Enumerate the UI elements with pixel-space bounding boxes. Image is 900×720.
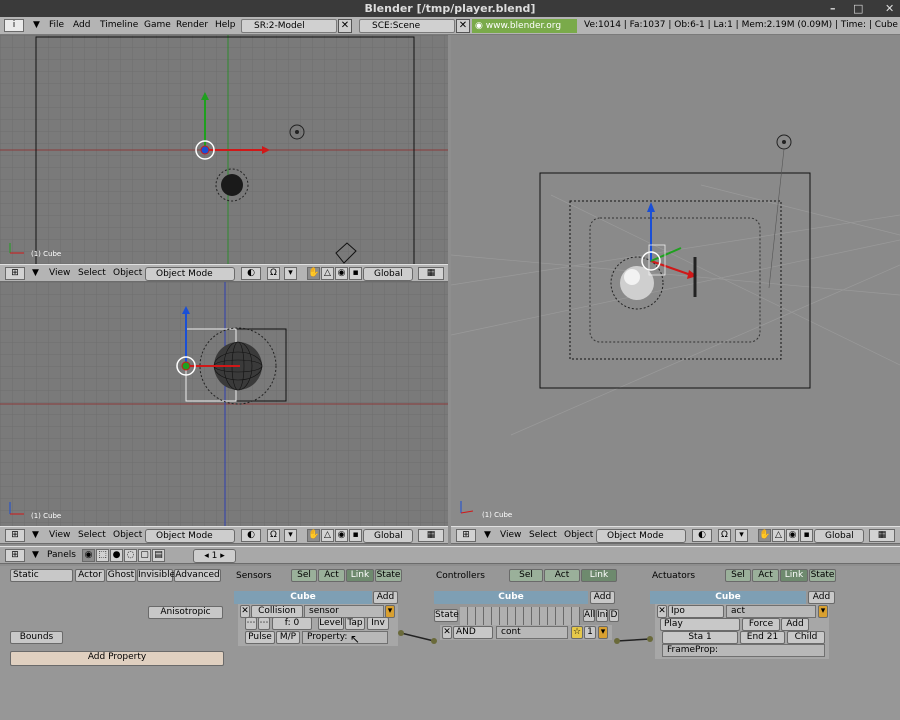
transform-icon[interactable]: ▪ — [349, 529, 362, 542]
scale-icon[interactable]: ◉ — [335, 267, 348, 280]
blender-logo-icon: ◉ — [475, 21, 486, 31]
menu-render[interactable]: Render — [176, 20, 208, 30]
view-menu[interactable]: View — [500, 529, 521, 542]
editor-type-icon[interactable]: ⊞ — [5, 529, 25, 542]
window-titlebar: Blender [/tmp/player.blend] – □ ✕ — [0, 0, 900, 17]
screen-selector[interactable]: SR:2-Model — [241, 19, 337, 33]
orientation-selector[interactable]: Global — [814, 529, 864, 543]
menu-add[interactable]: Add — [73, 20, 90, 30]
editing-context-icon[interactable]: ▢ — [138, 549, 151, 562]
transform-icon[interactable]: ▪ — [800, 529, 813, 542]
viewport-top-canvas — [0, 35, 448, 264]
window-title: Blender [/tmp/player.blend] — [364, 2, 536, 15]
draw-type-icon[interactable]: ◐ — [241, 267, 261, 280]
viewport-front[interactable]: (1) Cube — [0, 282, 448, 526]
mode-selector[interactable]: Object Mode — [145, 529, 235, 543]
minimize-button[interactable]: – — [830, 2, 836, 15]
orientation-selector[interactable]: Global — [363, 267, 413, 281]
select-menu[interactable]: Select — [78, 267, 106, 280]
hand-icon[interactable]: ✋ — [307, 529, 320, 542]
layers-icon[interactable]: ▦ — [869, 529, 895, 542]
scale-icon[interactable]: ◉ — [335, 529, 348, 542]
viewport-camera[interactable]: (1) Cube — [451, 35, 900, 526]
frame-left-arrow[interactable]: ◂ — [204, 551, 211, 561]
object-menu[interactable]: Object — [113, 267, 142, 280]
viewport-front-canvas — [0, 282, 448, 526]
view-menu[interactable]: View — [49, 267, 70, 280]
menu-game[interactable]: Game — [144, 20, 171, 30]
rotate-icon[interactable]: △ — [321, 529, 334, 542]
frame-field[interactable]: ◂ 1 ▸ — [193, 549, 236, 563]
active-object-label: (1) Cube — [31, 250, 62, 258]
rotate-icon[interactable]: △ — [772, 529, 785, 542]
magnet-icon[interactable]: Ω — [267, 267, 280, 280]
info-icon[interactable]: i — [4, 19, 24, 32]
active-object-label-camera: (1) Cube — [482, 511, 513, 519]
layers-icon[interactable]: ▦ — [418, 529, 444, 542]
viewport-camera-header: ⊞ ▼ View Select Object Object Mode ◐ Ω ▾… — [451, 526, 900, 544]
magnet-icon[interactable]: Ω — [718, 529, 731, 542]
editor-type-icon[interactable]: ⊞ — [5, 549, 25, 562]
main-menu-bar: i ▼ File Add Timeline Game Render Help S… — [0, 17, 900, 45]
object-menu[interactable]: Object — [564, 529, 593, 542]
rotate-icon[interactable]: △ — [321, 267, 334, 280]
logic-links — [398, 630, 653, 644]
hand-icon[interactable]: ✋ — [758, 529, 771, 542]
logic-editor: Static Actor Ghost Invisible Advanced An… — [0, 566, 900, 720]
object-context-icon[interactable]: ◌ — [124, 549, 137, 562]
transform-icon[interactable]: ▪ — [349, 267, 362, 280]
viewport-front-header: ⊞ ▼ View Select Object Object Mode ◐ Ω ▾… — [0, 526, 448, 544]
scale-icon[interactable]: ◉ — [786, 529, 799, 542]
viewport-top[interactable]: (1) Cube — [0, 35, 448, 264]
buttons-header: ⊞ ▼ Panels ◉ ⬚ ● ◌ ▢ ▤ ◂ 1 ▸ — [0, 546, 900, 564]
delete-scene-button[interactable]: ✕ — [456, 19, 470, 33]
magnet-icon[interactable]: Ω — [267, 529, 280, 542]
menu-timeline[interactable]: Timeline — [100, 20, 138, 30]
scene-selector[interactable]: SCE:Scene — [359, 19, 455, 33]
mouse-cursor-icon: ↖ — [350, 632, 361, 646]
header-collapse-icon[interactable]: ▼ — [484, 529, 491, 542]
mode-selector[interactable]: Object Mode — [596, 529, 686, 543]
select-menu[interactable]: Select — [529, 529, 557, 542]
script-context-icon[interactable]: ⬚ — [96, 549, 109, 562]
delete-screen-button[interactable]: ✕ — [338, 19, 352, 33]
viewport-camera-canvas — [451, 134, 900, 514]
frame-right-arrow[interactable]: ▸ — [217, 551, 225, 561]
hand-icon[interactable]: ✋ — [307, 267, 320, 280]
header-collapse-icon[interactable]: ▼ — [32, 549, 39, 562]
blender-url[interactable]: ◉ www.blender.org 249.2 — [472, 19, 577, 45]
header-collapse-icon[interactable]: ▼ — [32, 267, 39, 280]
view-menu[interactable]: View — [49, 529, 70, 542]
draw-type-icon[interactable]: ◐ — [692, 529, 712, 542]
logic-context-icon[interactable]: ◉ — [82, 549, 95, 562]
draw-type-icon[interactable]: ◐ — [241, 529, 261, 542]
editor-type-icon[interactable]: ⊞ — [5, 267, 25, 280]
scene-stats: Ve:1014 | Fa:1037 | Ob:6-1 | La:1 | Mem:… — [584, 20, 898, 30]
select-menu[interactable]: Select — [78, 529, 106, 542]
mode-selector[interactable]: Object Mode — [145, 267, 235, 281]
header-collapse-icon[interactable]: ▼ — [32, 529, 39, 542]
pivot-icon[interactable]: ▾ — [284, 267, 297, 280]
editor-type-icon[interactable]: ⊞ — [456, 529, 476, 542]
layers-icon[interactable]: ▦ — [418, 267, 444, 280]
object-menu[interactable]: Object — [113, 529, 142, 542]
pivot-icon[interactable]: ▾ — [735, 529, 748, 542]
menu-file[interactable]: File — [49, 20, 64, 30]
menu-help[interactable]: Help — [215, 20, 236, 30]
viewport-top-header: ⊞ ▼ View Select Object Object Mode ◐ Ω ▾… — [0, 264, 448, 282]
close-window-button[interactable]: ✕ — [885, 2, 894, 15]
maximize-button[interactable]: □ — [853, 2, 863, 15]
active-object-label-front: (1) Cube — [31, 512, 62, 520]
orientation-selector[interactable]: Global — [363, 529, 413, 543]
panels-menu[interactable]: Panels — [47, 549, 76, 562]
menu-collapse-icon[interactable]: ▼ — [33, 19, 40, 32]
scene-context-icon[interactable]: ▤ — [152, 549, 165, 562]
pivot-icon[interactable]: ▾ — [284, 529, 297, 542]
shading-context-icon[interactable]: ● — [110, 549, 123, 562]
